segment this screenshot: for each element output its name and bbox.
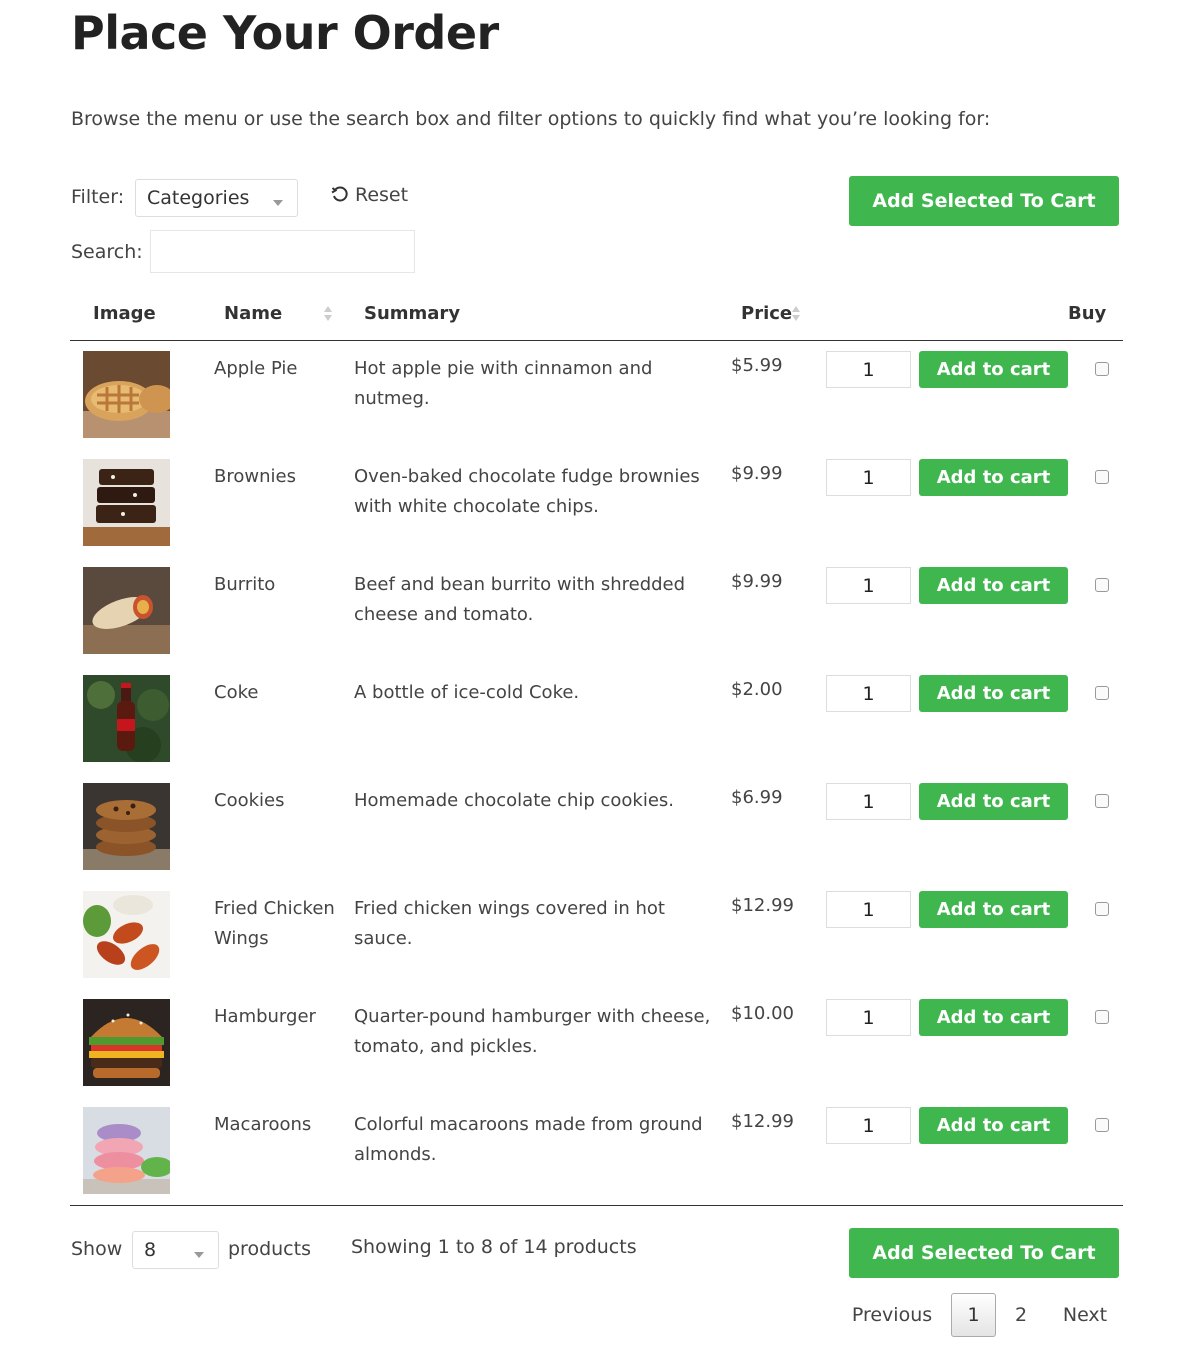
pagination-previous[interactable]: Previous <box>840 1293 944 1337</box>
product-summary: Hot apple pie with cinnamon and nutmeg. <box>354 358 653 409</box>
column-header-summary: Summary <box>364 303 461 324</box>
buy-checkbox[interactable] <box>1095 578 1109 592</box>
table-row: Coke A bottle of ice-cold Coke. $2.00 1 … <box>70 665 1123 773</box>
burrito-photo[interactable] <box>83 567 170 654</box>
add-to-cart-button[interactable]: Add to cart <box>919 783 1068 820</box>
table-row: Macaroons Colorful macaroons made from g… <box>70 1097 1123 1205</box>
reset-button[interactable]: Reset <box>331 184 408 206</box>
product-summary: A bottle of ice-cold Coke. <box>354 682 580 703</box>
add-selected-to-cart-button-bottom[interactable]: Add Selected To Cart <box>849 1228 1119 1278</box>
column-header-image: Image <box>93 303 156 324</box>
quantity-input[interactable]: 1 <box>826 459 911 496</box>
table-row: Fried Chicken Wings Fried chicken wings … <box>70 881 1123 989</box>
product-price: $9.99 <box>731 463 783 484</box>
intro-text: Browse the menu or use the search box an… <box>71 108 991 130</box>
show-label: Show <box>71 1238 123 1260</box>
cookies-photo[interactable] <box>83 783 170 870</box>
results-count: Showing 1 to 8 of 14 products <box>351 1236 637 1258</box>
chevron-down-icon <box>273 200 283 206</box>
column-header-buy: Buy <box>1068 303 1107 324</box>
add-to-cart-button[interactable]: Add to cart <box>919 567 1068 604</box>
product-price: $12.99 <box>731 1111 794 1132</box>
quantity-input[interactable]: 1 <box>826 351 911 388</box>
product-price: $6.99 <box>731 787 783 808</box>
chicken-wings-photo[interactable] <box>83 891 170 978</box>
pagination-next[interactable]: Next <box>1052 1293 1118 1337</box>
quantity-input[interactable]: 1 <box>826 783 911 820</box>
product-summary: Fried chicken wings covered in hot sauce… <box>354 898 665 949</box>
product-name[interactable]: Fried Chicken Wings <box>214 894 344 954</box>
add-to-cart-button[interactable]: Add to cart <box>919 891 1068 928</box>
product-name[interactable]: Hamburger <box>214 1002 344 1032</box>
product-summary: Beef and bean burrito with shredded chee… <box>354 574 686 625</box>
pagination-page-2[interactable]: 2 <box>1003 1293 1039 1337</box>
column-header-name[interactable]: Name <box>224 303 282 324</box>
product-price: $9.99 <box>731 571 783 592</box>
reset-icon <box>331 186 348 202</box>
table-row: Cookies Homemade chocolate chip cookies.… <box>70 773 1123 881</box>
chevron-down-icon <box>194 1252 204 1258</box>
table-row: Apple Pie Hot apple pie with cinnamon an… <box>70 341 1123 449</box>
buy-checkbox[interactable] <box>1095 470 1109 484</box>
product-name[interactable]: Burrito <box>214 570 344 600</box>
product-summary: Homemade chocolate chip cookies. <box>354 790 675 811</box>
table-row: Hamburger Quarter-pound hamburger with c… <box>70 989 1123 1097</box>
table-footer-divider <box>70 1205 1123 1206</box>
add-to-cart-button[interactable]: Add to cart <box>919 351 1068 388</box>
product-table-body: Apple Pie Hot apple pie with cinnamon an… <box>70 341 1123 1205</box>
product-summary: Quarter-pound hamburger with cheese, tom… <box>354 1006 711 1057</box>
buy-checkbox[interactable] <box>1095 686 1109 700</box>
add-to-cart-button[interactable]: Add to cart <box>919 999 1068 1036</box>
brownies-photo[interactable] <box>83 459 170 546</box>
products-label: products <box>228 1238 311 1260</box>
filter-label: Filter: <box>71 186 125 208</box>
product-name[interactable]: Coke <box>214 678 344 708</box>
buy-checkbox[interactable] <box>1095 1010 1109 1024</box>
product-name[interactable]: Macaroons <box>214 1110 344 1140</box>
product-summary: Colorful macaroons made from ground almo… <box>354 1114 703 1165</box>
column-header-price[interactable]: Price <box>741 303 792 324</box>
product-summary: Oven-baked chocolate fudge brownies with… <box>354 466 700 517</box>
category-filter-select[interactable]: Categories <box>135 179 298 217</box>
coke-photo[interactable] <box>83 675 170 762</box>
hamburger-photo[interactable] <box>83 999 170 1086</box>
quantity-input[interactable]: 1 <box>826 1107 911 1144</box>
search-label: Search: <box>71 241 143 263</box>
product-price: $12.99 <box>731 895 794 916</box>
table-row: Brownies Oven-baked chocolate fudge brow… <box>70 449 1123 557</box>
product-price: $5.99 <box>731 355 783 376</box>
product-price: $10.00 <box>731 1003 794 1024</box>
quantity-input[interactable]: 1 <box>826 675 911 712</box>
order-page: Place Your Order Browse the menu or use … <box>0 0 1198 1355</box>
add-to-cart-button[interactable]: Add to cart <box>919 675 1068 712</box>
buy-checkbox[interactable] <box>1095 794 1109 808</box>
pagination-page-1[interactable]: 1 <box>951 1293 996 1337</box>
page-size-value: 8 <box>144 1239 157 1261</box>
buy-checkbox[interactable] <box>1095 902 1109 916</box>
category-filter-value: Categories <box>147 187 250 209</box>
table-row: Burrito Beef and bean burrito with shred… <box>70 557 1123 665</box>
add-selected-to-cart-button-top[interactable]: Add Selected To Cart <box>849 176 1119 226</box>
product-name[interactable]: Brownies <box>214 462 344 492</box>
add-to-cart-button[interactable]: Add to cart <box>919 459 1068 496</box>
reset-label: Reset <box>355 184 409 206</box>
product-price: $2.00 <box>731 679 783 700</box>
page-title: Place Your Order <box>71 6 499 60</box>
apple-pie-photo[interactable] <box>83 351 170 438</box>
macaroons-photo[interactable] <box>83 1107 170 1194</box>
sort-icon[interactable] <box>324 305 332 323</box>
quantity-input[interactable]: 1 <box>826 999 911 1036</box>
search-input[interactable] <box>150 230 415 273</box>
quantity-input[interactable]: 1 <box>826 567 911 604</box>
buy-checkbox[interactable] <box>1095 362 1109 376</box>
page-size-select[interactable]: 8 <box>132 1231 219 1269</box>
buy-checkbox[interactable] <box>1095 1118 1109 1132</box>
product-name[interactable]: Apple Pie <box>214 354 344 384</box>
product-name[interactable]: Cookies <box>214 786 344 816</box>
sort-icon[interactable] <box>792 305 800 323</box>
add-to-cart-button[interactable]: Add to cart <box>919 1107 1068 1144</box>
quantity-input[interactable]: 1 <box>826 891 911 928</box>
table-header: Image Name Summary Price Buy <box>70 293 1123 341</box>
